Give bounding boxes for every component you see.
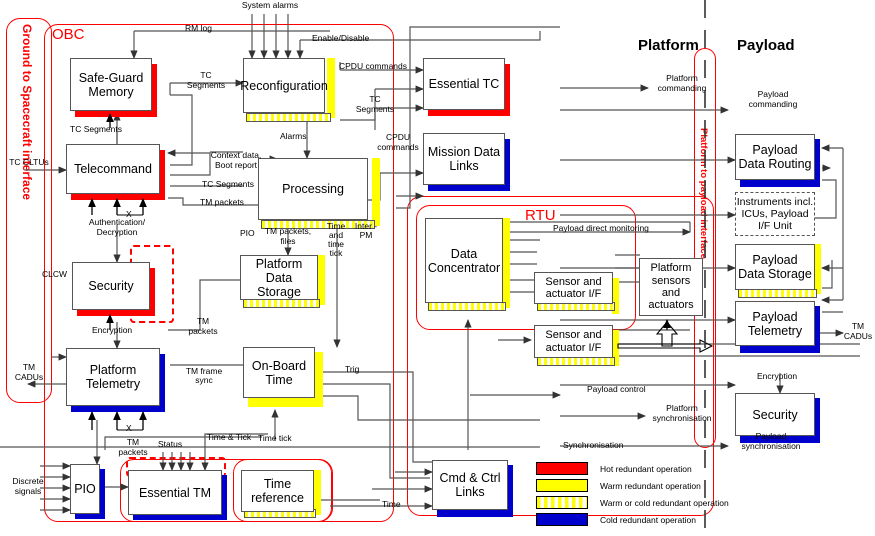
legend-item: Hot redundant operation [536,462,729,475]
legend-swatch-hot [536,462,588,475]
legend-item: Cold redundant operation [536,513,729,526]
legend-swatch-cold [536,513,588,526]
legend-swatch-warm-cold [536,496,588,509]
legend-item: Warm or cold redundant operation [536,496,729,509]
legend: Hot redundant operation Warm redundant o… [536,462,729,530]
legend-text-cold: Cold redundant operation [600,514,696,525]
legend-text-warm: Warm redundant operation [600,480,701,491]
platform-payload-separator [704,0,706,536]
legend-text-warm-cold: Warm or cold redundant operation [600,497,729,508]
legend-item: Warm redundant operation [536,479,729,492]
legend-text-hot: Hot redundant operation [600,463,692,474]
diagram-canvas: Ground to Spacecraft interface OBC RTU P… [0,0,875,536]
legend-swatch-warm [536,479,588,492]
